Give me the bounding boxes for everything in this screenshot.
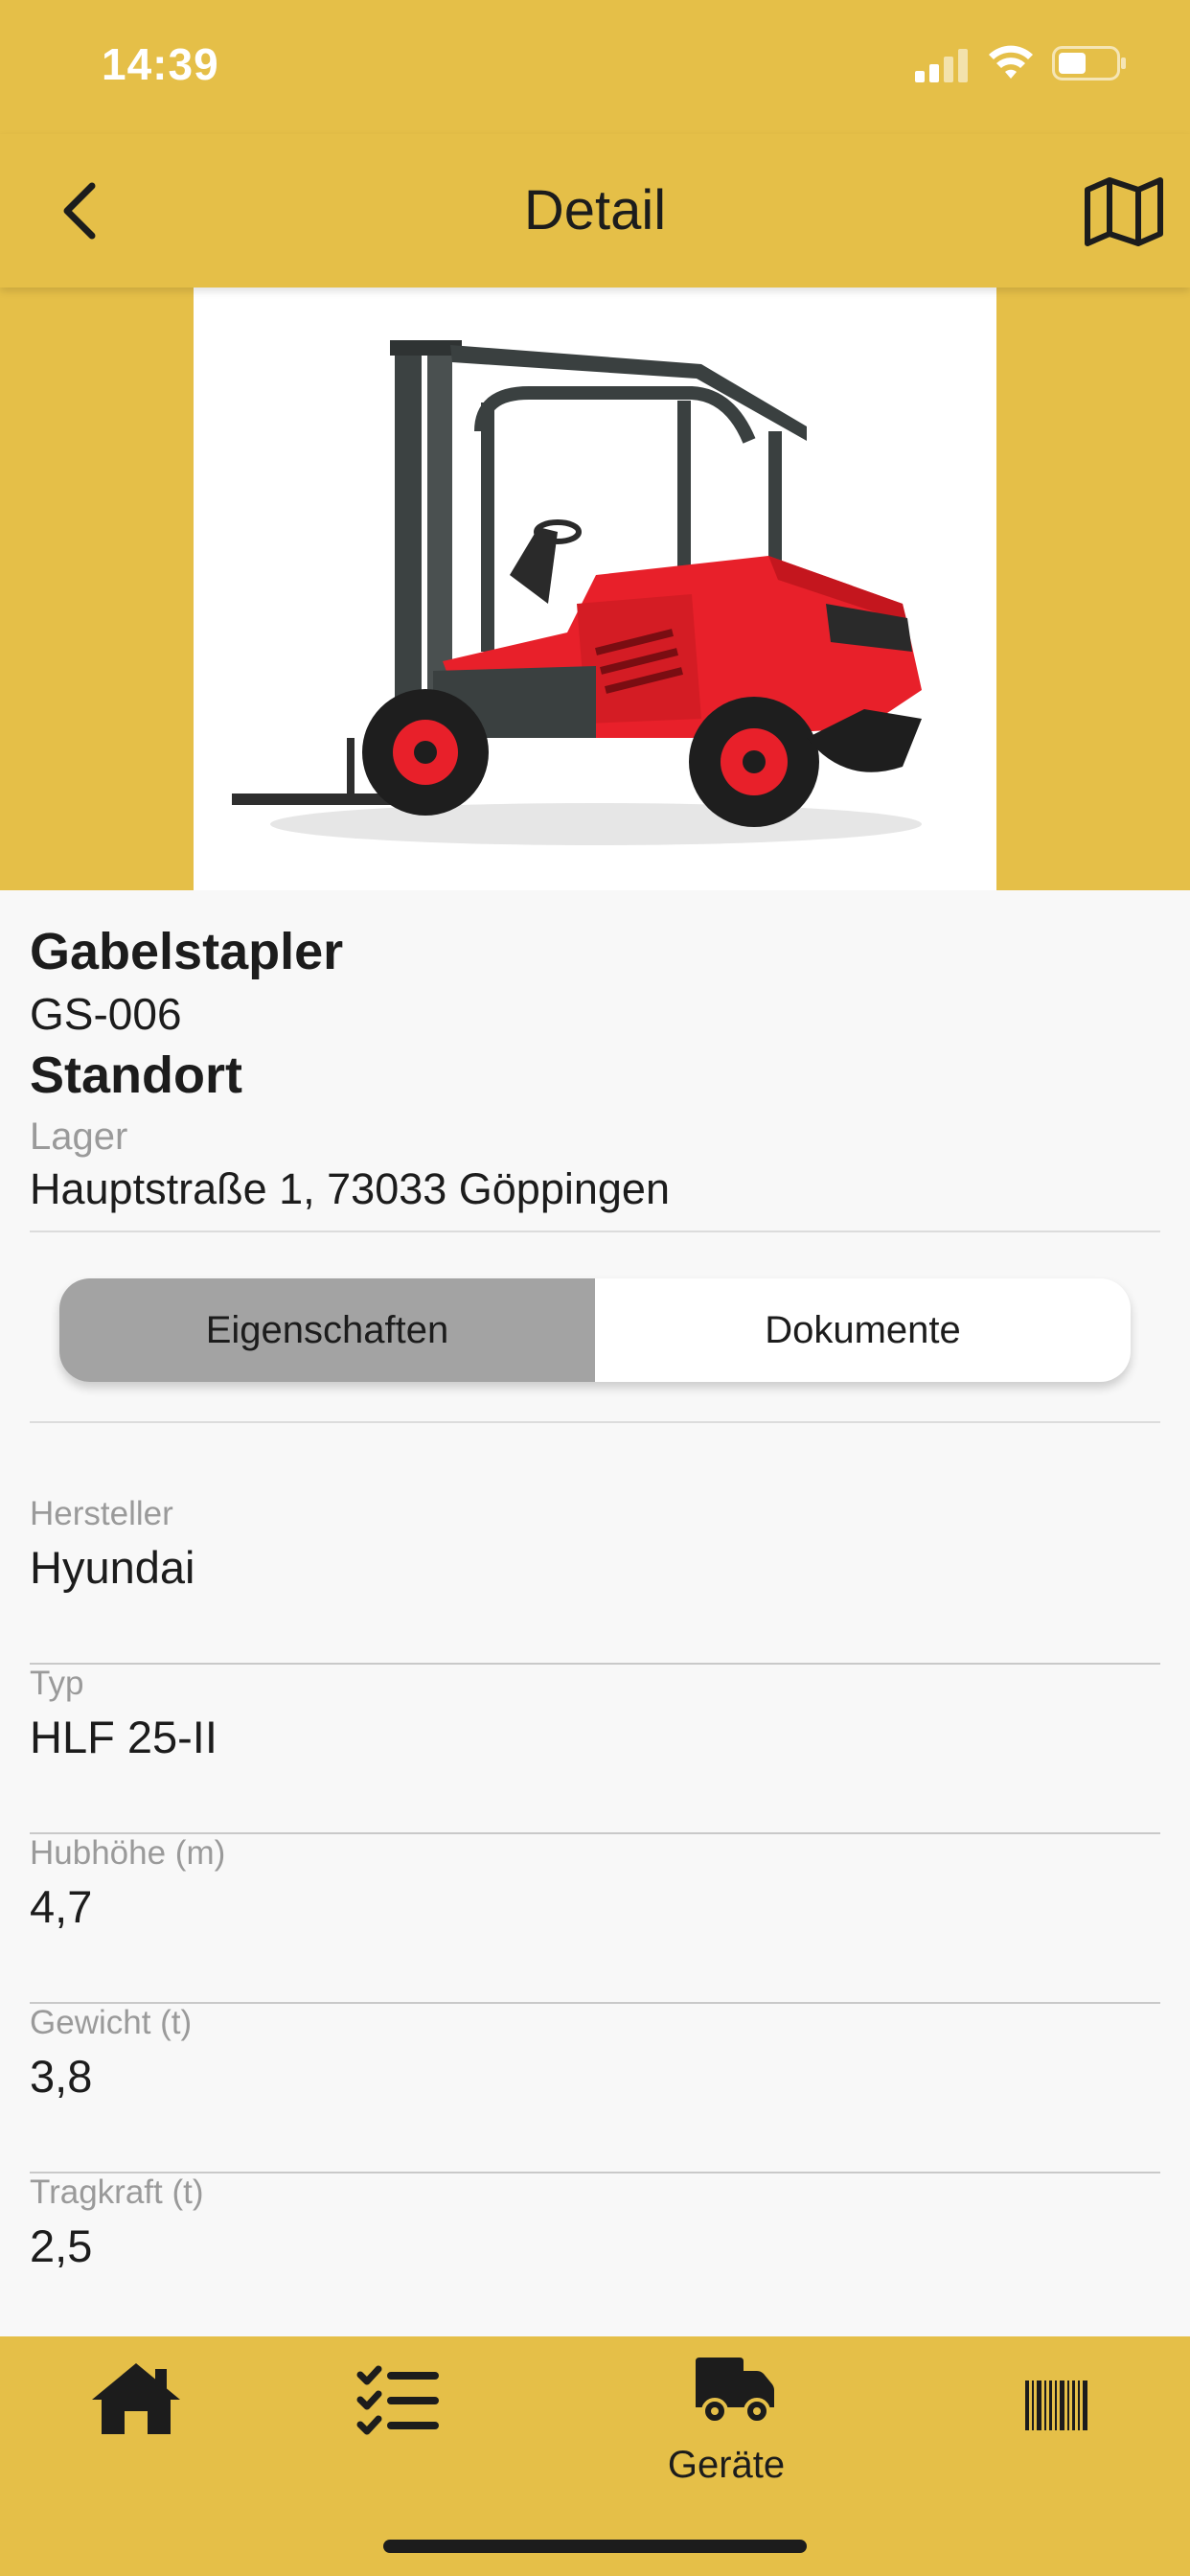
chevron-left-icon <box>63 182 96 240</box>
home-icon <box>92 2363 180 2434</box>
battery-icon <box>1052 46 1126 80</box>
page-title: Detail <box>523 179 667 242</box>
property-label: Hersteller <box>30 1495 173 1532</box>
property-row-lift-height: Hubhöhe (m) 4,7 <box>30 1834 1160 2004</box>
property-label: Hubhöhe (m) <box>30 1834 226 1872</box>
checklist-icon <box>356 2365 439 2435</box>
property-row-manufacturer: Hersteller Hyundai <box>30 1495 1160 1665</box>
property-row-weight: Gewicht (t) 3,8 <box>30 2004 1160 2174</box>
hero-banner <box>0 288 1190 890</box>
location-address: Hauptstraße 1, 73033 Göppingen <box>30 1164 670 1213</box>
divider <box>30 1421 1160 1423</box>
nav-bar: Detail <box>0 134 1190 288</box>
device-type: Gabelstapler <box>30 923 344 980</box>
bottom-tab-bar: Geräte <box>0 2336 1190 2576</box>
property-value: 4,7 <box>30 1881 93 1932</box>
device-image <box>194 288 996 890</box>
status-time: 14:39 <box>102 39 219 89</box>
property-value: HLF 25-II <box>30 1712 217 1762</box>
tab-dokumente[interactable]: Dokumente <box>595 1278 1131 1382</box>
property-value: 3,8 <box>30 2051 93 2102</box>
property-label: Tragkraft (t) <box>30 2174 204 2211</box>
tab-label: Geräte <box>667 2444 786 2486</box>
tab-barcode-scanner[interactable] <box>1023 2356 1090 2499</box>
tab-home[interactable] <box>86 2356 186 2499</box>
location-name: Lager <box>30 1116 128 1158</box>
device-id: GS-006 <box>30 989 182 1039</box>
property-row-capacity: Tragkraft (t) 2,5 <box>30 2174 1160 2343</box>
property-row-type: Typ HLF 25-II <box>30 1665 1160 1834</box>
back-button[interactable] <box>54 172 107 249</box>
location-heading: Standort <box>30 1046 242 1104</box>
property-label: Gewicht (t) <box>30 2004 193 2041</box>
status-bar: 14:39 <box>0 0 1190 134</box>
cellular-signal-icon <box>915 49 968 82</box>
map-button[interactable] <box>1083 174 1165 247</box>
property-label: Typ <box>30 1665 84 1702</box>
tab-geraete[interactable]: Geräte <box>652 2356 801 2499</box>
tab-checklist[interactable] <box>355 2356 443 2499</box>
wifi-icon <box>989 45 1033 79</box>
device-info: Gabelstapler GS-006 Standort Lager Haupt… <box>30 915 1160 1216</box>
property-value: 2,5 <box>30 2220 93 2271</box>
forklift-photo <box>232 340 922 845</box>
map-icon <box>1085 177 1163 246</box>
barcode-icon <box>1025 2380 1087 2430</box>
home-indicator <box>383 2540 807 2553</box>
segmented-control: Eigenschaften Dokumente <box>59 1278 1131 1382</box>
truck-icon <box>696 2358 774 2425</box>
divider <box>30 1230 1160 1232</box>
tab-eigenschaften[interactable]: Eigenschaften <box>59 1278 595 1382</box>
property-value: Hyundai <box>30 1542 195 1593</box>
